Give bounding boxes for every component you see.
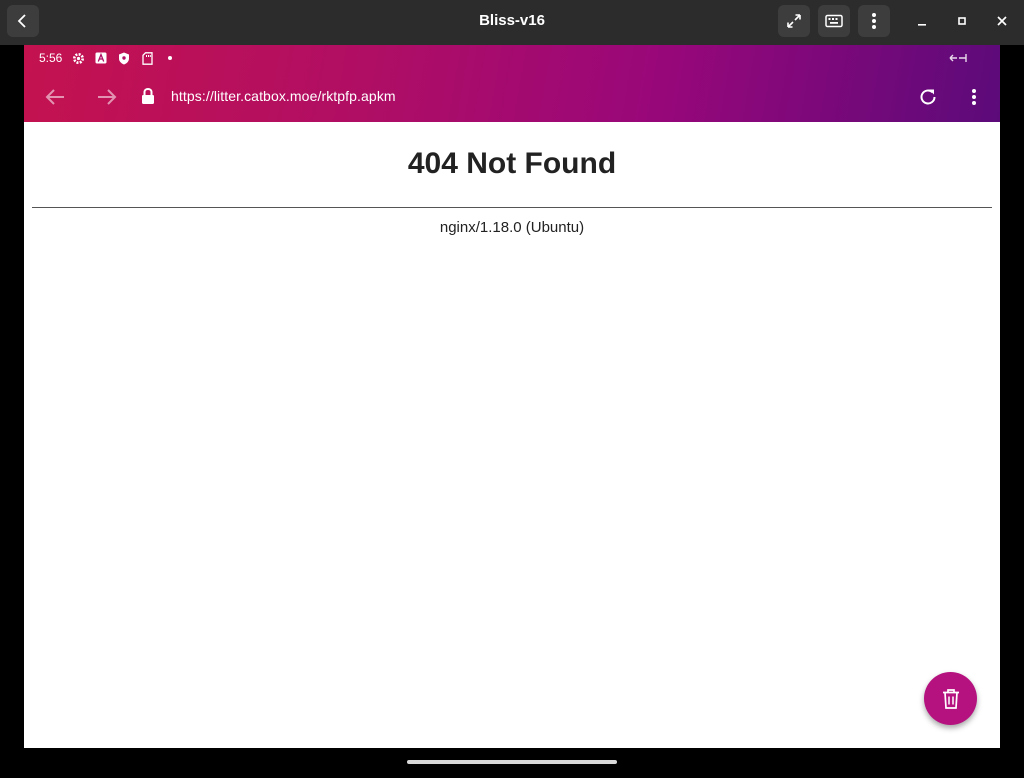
android-screen: 5:56 https://litter.catbox.moe/rktpfp.ap… <box>24 45 1000 748</box>
back-icon <box>17 14 26 28</box>
more-vert-icon <box>872 13 876 29</box>
shield-icon <box>117 51 131 65</box>
close-icon <box>997 16 1007 26</box>
minimize-button[interactable] <box>906 5 938 37</box>
maximize-button[interactable] <box>946 5 978 37</box>
overflow-menu-icon <box>972 89 976 105</box>
browser-app-bar: 5:56 https://litter.catbox.moe/rktpfp.ap… <box>24 45 1000 122</box>
arrow-forward-icon <box>98 89 117 105</box>
url-field[interactable]: https://litter.catbox.moe/rktpfp.apkm <box>171 88 396 104</box>
link-icon <box>949 52 967 67</box>
status-time: 5:56 <box>39 51 63 65</box>
arrow-back-icon <box>45 89 64 105</box>
keyboard-icon <box>825 14 843 28</box>
forward-button[interactable] <box>93 83 121 111</box>
page-heading: 404 Not Found <box>407 147 617 180</box>
window-menu-button[interactable] <box>858 5 890 37</box>
overflow-menu-button[interactable] <box>962 83 986 111</box>
back-button[interactable] <box>41 83 69 111</box>
maximize-icon <box>958 17 966 25</box>
reload-button[interactable] <box>914 83 942 111</box>
a-letter-icon <box>94 51 108 65</box>
fullscreen-button[interactable] <box>778 5 810 37</box>
dot-icon <box>163 51 177 65</box>
window-back-button[interactable] <box>7 5 39 37</box>
server-signature: nginx/1.18.0 (Ubuntu) <box>439 219 585 236</box>
minimize-icon <box>918 24 926 26</box>
sd-card-icon <box>140 51 154 65</box>
status-bar: 5:56 <box>24 45 1000 71</box>
lock-icon <box>141 87 155 110</box>
expand-icon <box>787 14 801 28</box>
trash-icon <box>942 688 959 709</box>
reload-icon <box>920 89 936 105</box>
gear-icon <box>71 51 85 65</box>
home-gesture-bar[interactable] <box>407 760 617 764</box>
delete-fab-button[interactable] <box>924 672 977 725</box>
url-row: https://litter.catbox.moe/rktpfp.apkm <box>24 71 1000 122</box>
keyboard-button[interactable] <box>818 5 850 37</box>
horizontal-rule <box>32 207 992 208</box>
close-button[interactable] <box>986 5 1018 37</box>
window-titlebar: Bliss-v16 <box>0 0 1024 45</box>
